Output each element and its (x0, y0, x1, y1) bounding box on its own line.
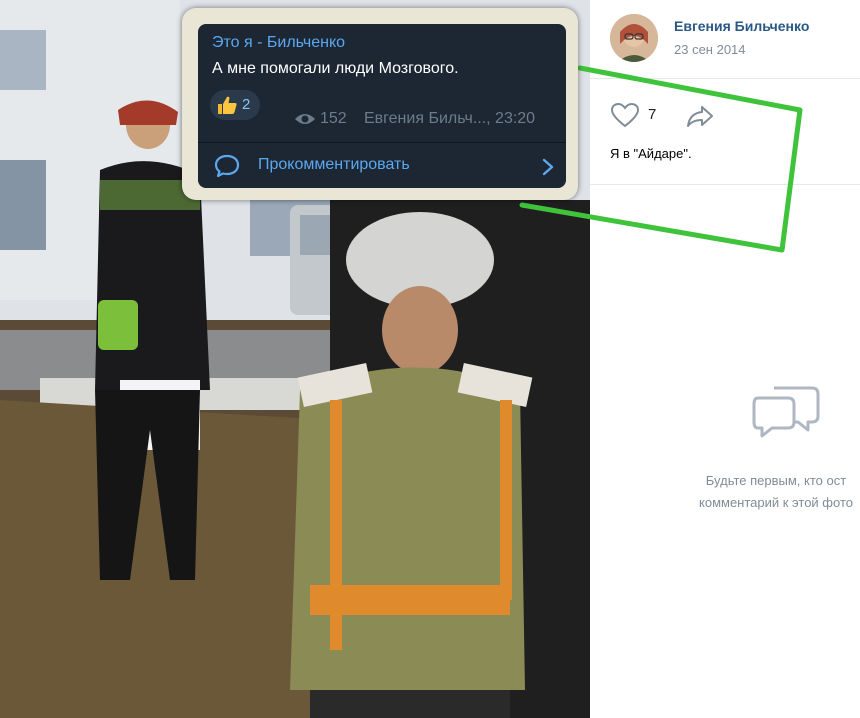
post-caption: Я в "Айдаре". (610, 146, 692, 161)
comment-button[interactable]: Прокомментировать (198, 144, 566, 188)
comments-empty-icon (752, 378, 822, 445)
chevron-right-icon (542, 158, 554, 181)
divider (590, 78, 860, 79)
thumbs-up-icon (216, 94, 238, 121)
divider (590, 184, 860, 185)
comment-label: Прокомментировать (258, 156, 410, 173)
heart-icon[interactable] (610, 102, 640, 133)
reaction-badge[interactable]: 2 (210, 90, 260, 120)
post-author: Евгения Бильченко 23 сен 2014 (610, 14, 860, 64)
author-name-link[interactable]: Евгения Бильченко (674, 18, 809, 34)
post-date[interactable]: 23 сен 2014 (674, 42, 746, 57)
message-author-time: Евгения Бильч..., 23:20 (364, 110, 536, 127)
comment-bubble-icon (214, 154, 240, 183)
reaction-count: 2 (242, 96, 251, 113)
telegram-message: Это я - Бильченко А мне помогали люди Мо… (198, 24, 566, 188)
avatar[interactable] (610, 14, 658, 62)
comments-empty-text: Будьте первым, кто ост комментарий к это… (656, 470, 860, 514)
like-count: 7 (648, 106, 657, 123)
views-count: 152 (320, 110, 347, 127)
message-screenshot-callout: Это я - Бильченко А мне помогали люди Мо… (182, 8, 578, 200)
divider (198, 142, 566, 143)
message-text: А мне помогали люди Мозгового. (212, 60, 459, 77)
eye-icon (294, 111, 316, 132)
post-panel: Евгения Бильченко 23 сен 2014 7 Я в "Айд… (590, 0, 860, 718)
empty-text-line: Будьте первым, кто ост (705, 473, 847, 488)
share-icon[interactable] (686, 104, 714, 133)
message-sender[interactable]: Это я - Бильченко (212, 34, 345, 52)
empty-text-line: комментарий к этой фото (699, 495, 853, 510)
